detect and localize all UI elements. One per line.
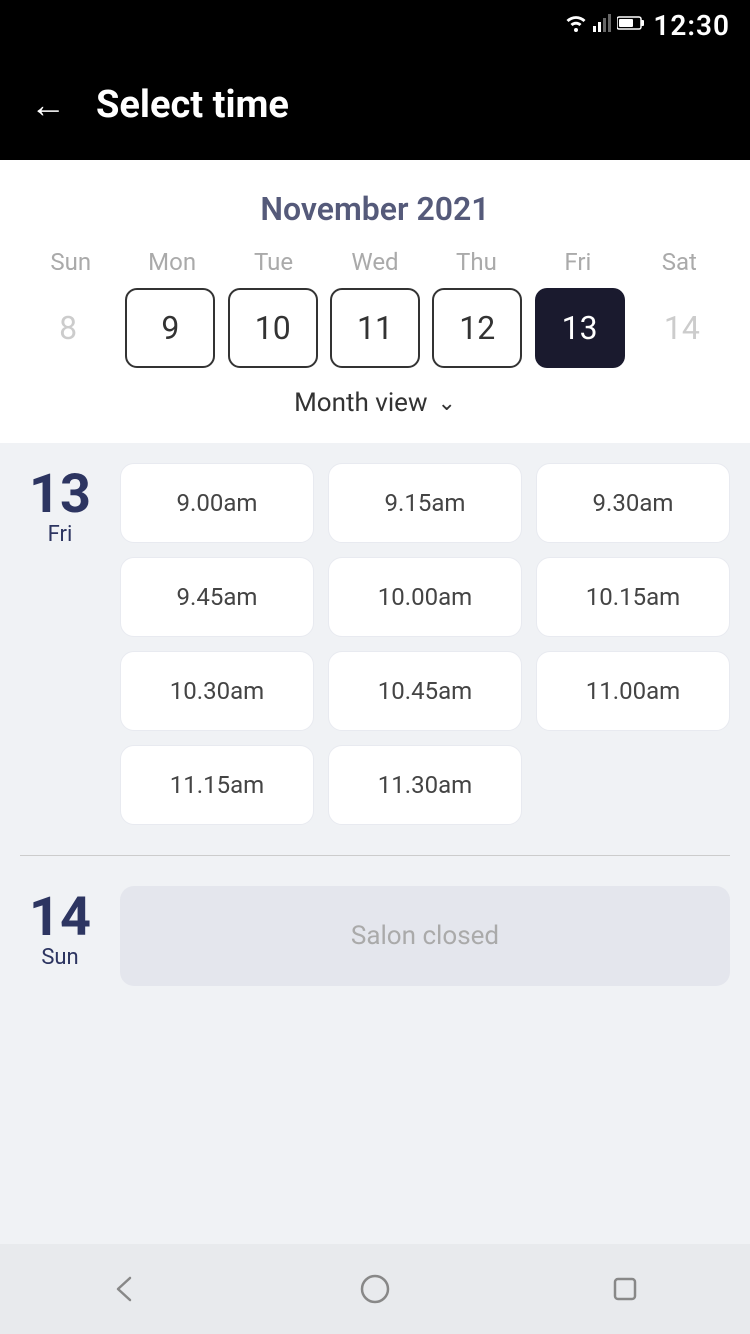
day-14-label: 14 Sun xyxy=(20,886,100,986)
page-title: Select time xyxy=(96,83,289,127)
day-13-name: Fri xyxy=(48,522,73,547)
status-time: 12:30 xyxy=(653,9,730,42)
slot-1000am[interactable]: 10.00am xyxy=(328,557,522,637)
day-13-block: 13 Fri 9.00am 9.15am 9.30am 9.45am 10.00… xyxy=(20,463,730,825)
day-8[interactable]: 8 xyxy=(23,288,113,368)
calendar-section: November 2021 Sun Mon Tue Wed Thu Fri Sa… xyxy=(0,160,750,443)
weekday-fri: Fri xyxy=(527,248,628,276)
day-13-label: 13 Fri xyxy=(20,463,100,825)
nav-recent-button[interactable] xyxy=(600,1264,650,1314)
weekday-sun: Sun xyxy=(20,248,121,276)
header: ← Select time xyxy=(0,50,750,160)
month-year-label: November 2021 xyxy=(20,190,730,228)
wifi-icon xyxy=(565,14,587,36)
divider xyxy=(20,855,730,856)
slot-1045am[interactable]: 10.45am xyxy=(328,651,522,731)
slot-1030am[interactable]: 10.30am xyxy=(120,651,314,731)
day-11[interactable]: 11 xyxy=(330,288,420,368)
slot-945am[interactable]: 9.45am xyxy=(120,557,314,637)
salon-closed-label: Salon closed xyxy=(351,921,499,951)
day-13-number: 13 xyxy=(29,468,91,522)
weekday-tue: Tue xyxy=(223,248,324,276)
status-icons xyxy=(565,14,645,36)
day-14-name: Sun xyxy=(41,945,78,970)
day-14-block: 14 Sun Salon closed xyxy=(20,886,730,986)
nav-back-button[interactable] xyxy=(100,1264,150,1314)
day-14[interactable]: 14 xyxy=(637,288,727,368)
day-12[interactable]: 12 xyxy=(432,288,522,368)
nav-home-button[interactable] xyxy=(350,1264,400,1314)
month-view-toggle[interactable]: Month view ⌄ xyxy=(20,388,730,423)
slot-915am[interactable]: 9.15am xyxy=(328,463,522,543)
back-button[interactable]: ← xyxy=(30,87,66,123)
weekday-sat: Sat xyxy=(629,248,730,276)
weekday-mon: Mon xyxy=(121,248,222,276)
slot-1115am[interactable]: 11.15am xyxy=(120,745,314,825)
battery-icon xyxy=(617,15,645,35)
month-view-label: Month view xyxy=(294,388,427,418)
signal-icon xyxy=(593,14,611,36)
weekday-row: Sun Mon Tue Wed Thu Fri Sat xyxy=(20,248,730,276)
slot-900am[interactable]: 9.00am xyxy=(120,463,314,543)
chevron-down-icon: ⌄ xyxy=(437,391,455,416)
time-slots-section: 13 Fri 9.00am 9.15am 9.30am 9.45am 10.00… xyxy=(0,443,750,1036)
slot-1100am[interactable]: 11.00am xyxy=(536,651,730,731)
salon-closed-block: Salon closed xyxy=(120,886,730,986)
day-13[interactable]: 13 xyxy=(535,288,625,368)
slot-1015am[interactable]: 10.15am xyxy=(536,557,730,637)
day-14-number: 14 xyxy=(29,891,91,945)
slot-930am[interactable]: 9.30am xyxy=(536,463,730,543)
weekday-thu: Thu xyxy=(426,248,527,276)
status-bar: 12:30 xyxy=(0,0,750,50)
weekday-wed: Wed xyxy=(324,248,425,276)
bottom-nav xyxy=(0,1244,750,1334)
day-10[interactable]: 10 xyxy=(228,288,318,368)
day-13-slots-grid: 9.00am 9.15am 9.30am 9.45am 10.00am 10.1… xyxy=(120,463,730,825)
day-9[interactable]: 9 xyxy=(125,288,215,368)
slot-1130am[interactable]: 11.30am xyxy=(328,745,522,825)
days-row: 8 9 10 11 12 13 14 xyxy=(20,288,730,368)
